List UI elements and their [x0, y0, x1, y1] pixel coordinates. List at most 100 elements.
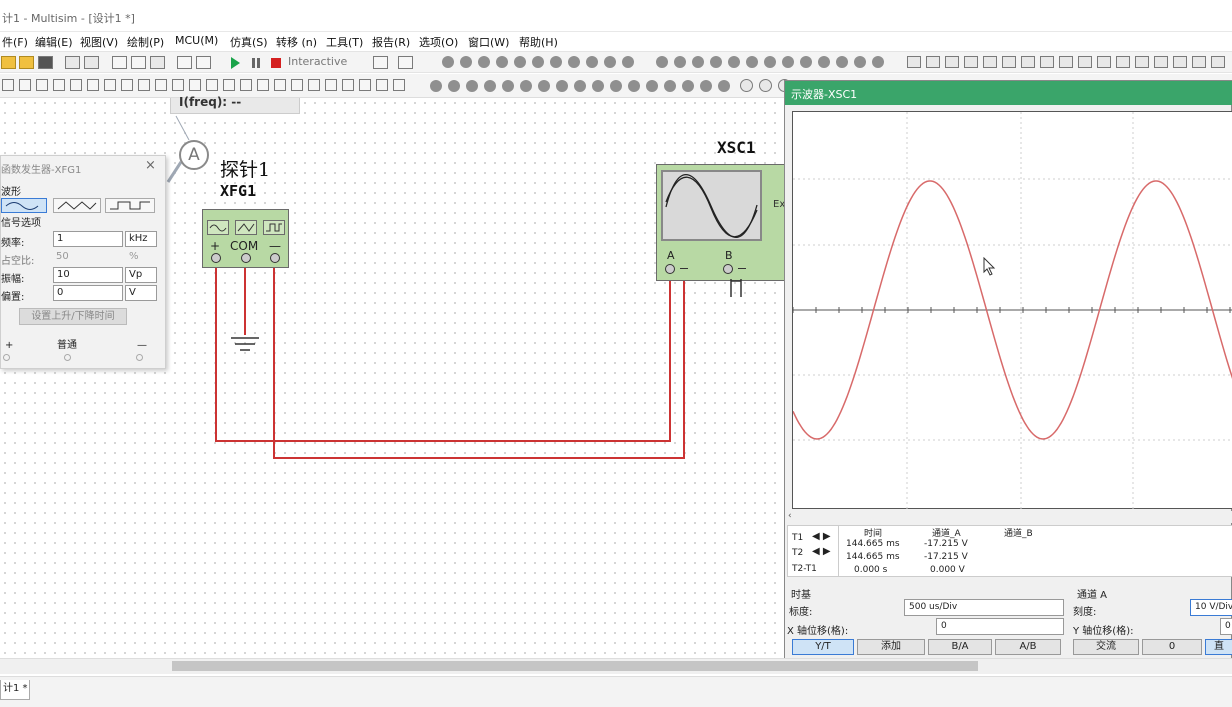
instrument-button[interactable] [872, 56, 884, 68]
instrument-button[interactable] [818, 56, 830, 68]
component-icon[interactable] [291, 79, 303, 91]
instrument-button[interactable] [430, 80, 442, 92]
view-tool-icon[interactable] [1211, 56, 1225, 68]
timebase-scale-field[interactable]: 500 us/Div [904, 599, 1064, 616]
view-tool-icon[interactable] [1002, 56, 1016, 68]
t1-arrows-icon[interactable]: ◀ ▶ [812, 531, 831, 542]
instrument-button[interactable] [622, 56, 634, 68]
component-icon[interactable] [172, 79, 184, 91]
component-icon[interactable] [2, 79, 14, 91]
view-tool-icon[interactable] [1116, 56, 1130, 68]
instrument-button[interactable] [502, 80, 514, 92]
component-icon[interactable] [121, 79, 133, 91]
instrument-button[interactable] [442, 56, 454, 68]
run-simulation-icon[interactable] [229, 56, 241, 70]
display-scrollbar[interactable]: ‹ [785, 511, 1232, 523]
view-tool-icon[interactable] [964, 56, 978, 68]
instrument-button[interactable] [496, 56, 508, 68]
fg-common-terminal[interactable] [64, 354, 71, 361]
instrument-button[interactable] [710, 56, 722, 68]
component-icon[interactable] [104, 79, 116, 91]
instrument-button[interactable] [664, 80, 676, 92]
instrument-button[interactable] [764, 56, 776, 68]
component-icon[interactable] [359, 79, 371, 91]
component-icon[interactable] [393, 79, 405, 91]
menu-view[interactable]: 视图(V) [80, 34, 118, 50]
instrument-button[interactable] [854, 56, 866, 68]
oscilloscope-titlebar[interactable]: 示波器-XSC1 [785, 81, 1232, 105]
menu-options[interactable]: 选项(O) [419, 34, 458, 50]
instrument-button[interactable] [728, 56, 740, 68]
channel-b-terminal[interactable] [723, 264, 733, 274]
instrument-button[interactable] [656, 56, 668, 68]
menu-window[interactable]: 窗口(W) [468, 34, 509, 50]
menu-transfer[interactable]: 转移 (n) [276, 34, 317, 50]
undo-icon[interactable] [177, 56, 192, 69]
new-file-icon[interactable] [1, 56, 16, 69]
paste-icon[interactable] [150, 56, 165, 69]
instrument-button[interactable] [478, 56, 490, 68]
interactive-mode-label[interactable]: Interactive [288, 55, 347, 68]
oscilloscope-display[interactable] [792, 111, 1232, 510]
canvas-scrollbar-thumb[interactable] [172, 661, 978, 671]
function-generator-component[interactable]: + COM — [202, 209, 289, 268]
xfg-com-terminal[interactable] [241, 253, 251, 263]
view-tool-icon[interactable] [1192, 56, 1206, 68]
instrument-button[interactable] [682, 80, 694, 92]
component-icon[interactable] [308, 79, 320, 91]
square-wave-button[interactable] [105, 198, 155, 213]
fg-minus-terminal[interactable] [136, 354, 143, 361]
zoom-icon[interactable] [759, 79, 772, 92]
view-tool-icon[interactable] [1078, 56, 1092, 68]
current-probe[interactable]: A [179, 140, 209, 170]
rise-fall-time-button[interactable]: 设置上升/下降时间 [19, 308, 127, 325]
component-icon[interactable] [257, 79, 269, 91]
instrument-button[interactable] [538, 80, 550, 92]
ac-coupling-button[interactable]: 交流 [1073, 639, 1139, 655]
component-icon[interactable] [223, 79, 235, 91]
view-tool-icon[interactable] [1154, 56, 1168, 68]
view-tool-icon[interactable] [1040, 56, 1054, 68]
menu-file[interactable]: 件(F) [2, 34, 28, 50]
component-icon[interactable] [342, 79, 354, 91]
instrument-button[interactable] [746, 56, 758, 68]
channel-a-scale-field[interactable]: 10 V/Div [1190, 599, 1232, 616]
instrument-button[interactable] [646, 80, 658, 92]
component-icon[interactable] [138, 79, 150, 91]
instrument-button[interactable] [604, 56, 616, 68]
frequency-unit[interactable]: kHz [125, 231, 157, 247]
spreadsheet-icon[interactable] [398, 56, 413, 69]
component-icon[interactable] [325, 79, 337, 91]
instrument-button[interactable] [836, 56, 848, 68]
open-folder-icon[interactable] [19, 56, 34, 69]
instrument-button[interactable] [782, 56, 794, 68]
view-tool-icon[interactable] [926, 56, 940, 68]
view-tool-icon[interactable] [983, 56, 997, 68]
view-tool-icon[interactable] [1097, 56, 1111, 68]
instrument-button[interactable] [556, 80, 568, 92]
ba-mode-button[interactable]: B/A [928, 639, 992, 655]
instrument-button[interactable] [700, 80, 712, 92]
x-position-field[interactable]: 0 [936, 618, 1064, 635]
component-icon[interactable] [155, 79, 167, 91]
instrument-button[interactable] [592, 80, 604, 92]
instrument-button[interactable] [692, 56, 704, 68]
xfg-plus-terminal[interactable] [211, 253, 221, 263]
triangle-wave-button[interactable] [53, 198, 101, 213]
menu-edit[interactable]: 编辑(E) [35, 34, 73, 50]
t2-arrows-icon[interactable]: ◀ ▶ [812, 546, 831, 557]
zoom-icon[interactable] [740, 79, 753, 92]
instrument-button[interactable] [718, 80, 730, 92]
instrument-button[interactable] [800, 56, 812, 68]
instrument-button[interactable] [460, 56, 472, 68]
view-tool-icon[interactable] [945, 56, 959, 68]
save-icon[interactable] [38, 56, 53, 69]
offset-field[interactable]: 0 [53, 285, 123, 301]
component-icon[interactable] [376, 79, 388, 91]
y-position-field[interactable]: 0 [1220, 618, 1232, 635]
yt-mode-button[interactable]: Y/T [792, 639, 854, 655]
amplitude-field[interactable]: 10 [53, 267, 123, 283]
instrument-button[interactable] [466, 80, 478, 92]
component-icon[interactable] [189, 79, 201, 91]
instrument-button[interactable] [448, 80, 460, 92]
